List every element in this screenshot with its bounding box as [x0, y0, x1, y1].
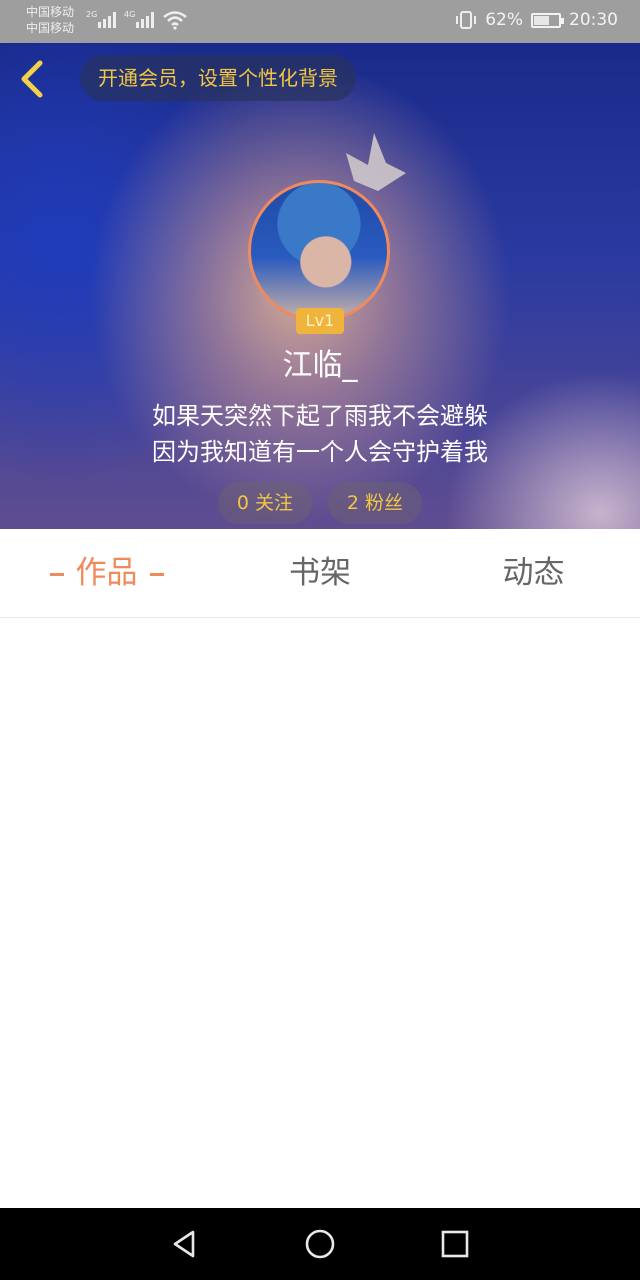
vip-background-button[interactable]: 开通会员，设置个性化背景 — [80, 55, 356, 101]
active-indicator — [49, 573, 64, 576]
crown-icon — [346, 133, 406, 191]
username: 江临_ — [282, 348, 358, 383]
clock: 20:30 — [569, 10, 618, 30]
tab-content-area — [0, 618, 640, 1208]
svg-text:2G: 2G — [86, 10, 97, 19]
home-nav-icon[interactable] — [302, 1226, 338, 1262]
profile-header: 开通会员，设置个性化背景 Lv1 江临_ 如果天突然下起了雨我不会避躲 因为我知… — [0, 43, 640, 529]
battery-icon — [531, 12, 564, 28]
fans-count-button[interactable]: 2 粉丝 — [328, 482, 422, 524]
avatar[interactable] — [248, 180, 390, 322]
back-nav-icon[interactable] — [166, 1226, 202, 1262]
svg-text:4G: 4G — [124, 10, 135, 19]
tab-label: 书架 — [289, 555, 351, 591]
bio: 如果天突然下起了雨我不会避躲 因为我知道有一个人会守护着我 — [0, 398, 640, 470]
bio-line: 如果天突然下起了雨我不会避躲 — [152, 402, 488, 430]
wifi-icon — [163, 11, 187, 30]
tab-works[interactable]: 作品 — [0, 529, 213, 617]
tab-feed[interactable]: 动态 — [427, 529, 640, 617]
bio-line: 因为我知道有一个人会守护着我 — [152, 438, 488, 466]
recents-nav-icon[interactable] — [437, 1226, 473, 1262]
carrier-label: 中国移动 中国移动 — [26, 4, 74, 36]
back-icon[interactable] — [14, 57, 54, 101]
profile-tabs: 作品 书架 动态 — [0, 529, 640, 618]
tab-label: 作品 — [75, 555, 138, 591]
battery-percent: 62% — [485, 10, 523, 30]
tab-bookshelf[interactable]: 书架 — [213, 529, 427, 617]
level-badge: Lv1 — [296, 308, 344, 334]
signal-icon: 2G — [86, 10, 116, 28]
status-bar: 中国移动 中国移动 2G 4G 62% 20:30 — [0, 0, 640, 43]
system-nav-bar — [0, 1208, 640, 1280]
signal-icon: 4G — [124, 10, 154, 28]
carrier-2: 中国移动 — [26, 21, 75, 35]
following-count-button[interactable]: 0 关注 — [218, 482, 312, 524]
vibrate-icon — [456, 11, 477, 29]
tab-label: 动态 — [502, 555, 565, 591]
carrier-1: 中国移动 — [26, 5, 75, 19]
active-indicator — [149, 573, 164, 576]
